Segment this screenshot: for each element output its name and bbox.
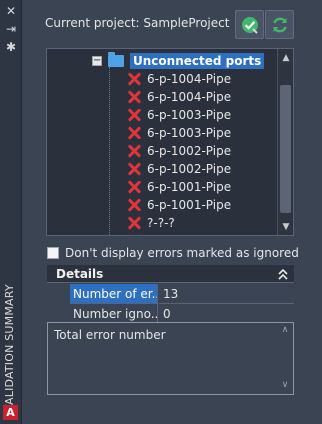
ignore-errors-checkbox[interactable] — [47, 247, 59, 259]
autocad-logo: A — [3, 405, 18, 420]
tree-item[interactable]: 6-p-1003-Pipe — [127, 124, 231, 142]
ignore-errors-label: Don't display errors marked as ignored — [65, 246, 299, 260]
palette-title: VALIDATION SUMMARY — [3, 284, 16, 412]
property-name[interactable]: Number igno... — [70, 304, 158, 324]
error-x-icon — [127, 162, 141, 176]
details-section-header[interactable]: Details — [47, 265, 294, 283]
tree-item-label: 6-p-1001-Pipe — [147, 180, 232, 194]
property-name[interactable]: Number of er... — [70, 284, 158, 304]
scroll-up-icon[interactable]: ▲ — [281, 53, 291, 63]
current-project-label: Current project: SampleProject — [45, 16, 230, 30]
tree-root-label[interactable]: Unconnected ports — [130, 53, 265, 69]
folder-icon — [108, 52, 124, 67]
gear-icon[interactable]: ✱ — [4, 40, 18, 54]
tree-item-label: 6-p-1003-Pipe — [147, 108, 232, 122]
refresh-icon — [273, 17, 287, 33]
details-property-grid: Number of er... 13 Number igno... 0 — [47, 284, 294, 324]
palette-strip: ✕ ⇥ ✱ VALIDATION SUMMARY A — [0, 0, 22, 424]
property-row[interactable]: Number of er... 13 — [47, 284, 294, 304]
scroll-down-icon[interactable]: ▼ — [281, 222, 291, 232]
description-scrollbar[interactable]: ∧ ∨ — [279, 325, 291, 392]
error-x-icon — [127, 108, 141, 122]
tree-item-label: 6-p-1004-Pipe — [147, 90, 232, 104]
error-x-icon — [127, 216, 141, 230]
error-x-icon — [127, 198, 141, 212]
scroll-down-icon[interactable]: ∨ — [280, 380, 290, 390]
validate-button[interactable] — [235, 10, 264, 39]
details-title: Details — [56, 267, 104, 281]
scroll-up-icon[interactable]: ∧ — [280, 325, 290, 335]
tree-item[interactable]: 6-p-1002-Pipe — [127, 142, 231, 160]
tree-guide-line — [109, 67, 110, 235]
tree-item[interactable]: 6-p-1001-Pipe — [127, 196, 231, 214]
tree-root-node[interactable]: − Unconnected ports — [92, 52, 265, 70]
tree-item-label: 6-p-1002-Pipe — [147, 144, 232, 158]
auto-hide-icon[interactable]: ⇥ — [4, 22, 18, 36]
tree-item[interactable]: 6-p-1001-Pipe — [127, 178, 231, 196]
error-x-icon — [127, 234, 141, 235]
property-row[interactable]: Number igno... 0 — [47, 304, 294, 324]
tree-item[interactable]: 6-p-1004-Pipe — [127, 88, 231, 106]
validate-check-icon — [242, 17, 258, 34]
refresh-button[interactable] — [265, 10, 294, 39]
property-description-text: Total error number — [54, 328, 166, 342]
error-x-icon — [127, 180, 141, 194]
property-description-box: Total error number ∧ ∨ — [47, 322, 294, 395]
tree-item-label: 6-p-1003-Pipe — [147, 126, 232, 140]
tree-scrollbar[interactable]: ▲ ▼ — [277, 49, 293, 235]
scroll-thumb[interactable] — [280, 85, 291, 213]
property-value[interactable]: 13 — [159, 284, 294, 304]
tree-item[interactable]: 6-p-1003-Pipe — [127, 106, 231, 124]
validation-tree[interactable]: − Unconnected ports 6-p-1004-Pipe 6-p-10… — [46, 48, 294, 236]
tree-item[interactable]: ?-?-? — [127, 214, 175, 232]
tree-item-label: 6-p-1002-Pipe — [147, 162, 232, 176]
tree-item[interactable]: ?-?-? — [127, 232, 175, 235]
tree-item[interactable]: 6-p-1004-Pipe — [127, 70, 231, 88]
error-x-icon — [127, 90, 141, 104]
ignore-errors-option[interactable]: Don't display errors marked as ignored — [47, 246, 299, 260]
tree-item[interactable]: 6-p-1002-Pipe — [127, 160, 231, 178]
tree-item-label: 6-p-1001-Pipe — [147, 198, 232, 212]
collapse-icon[interactable]: − — [92, 56, 102, 66]
tree-item-label: ?-?-? — [147, 216, 175, 230]
close-icon[interactable]: ✕ — [4, 4, 18, 18]
property-value[interactable]: 0 — [159, 304, 294, 324]
error-x-icon — [127, 126, 141, 140]
tree-item-label: ?-?-? — [147, 234, 175, 235]
error-x-icon — [127, 144, 141, 158]
collapse-up-icon[interactable] — [277, 267, 289, 281]
error-x-icon — [127, 72, 141, 86]
tree-item-label: 6-p-1004-Pipe — [147, 72, 232, 86]
